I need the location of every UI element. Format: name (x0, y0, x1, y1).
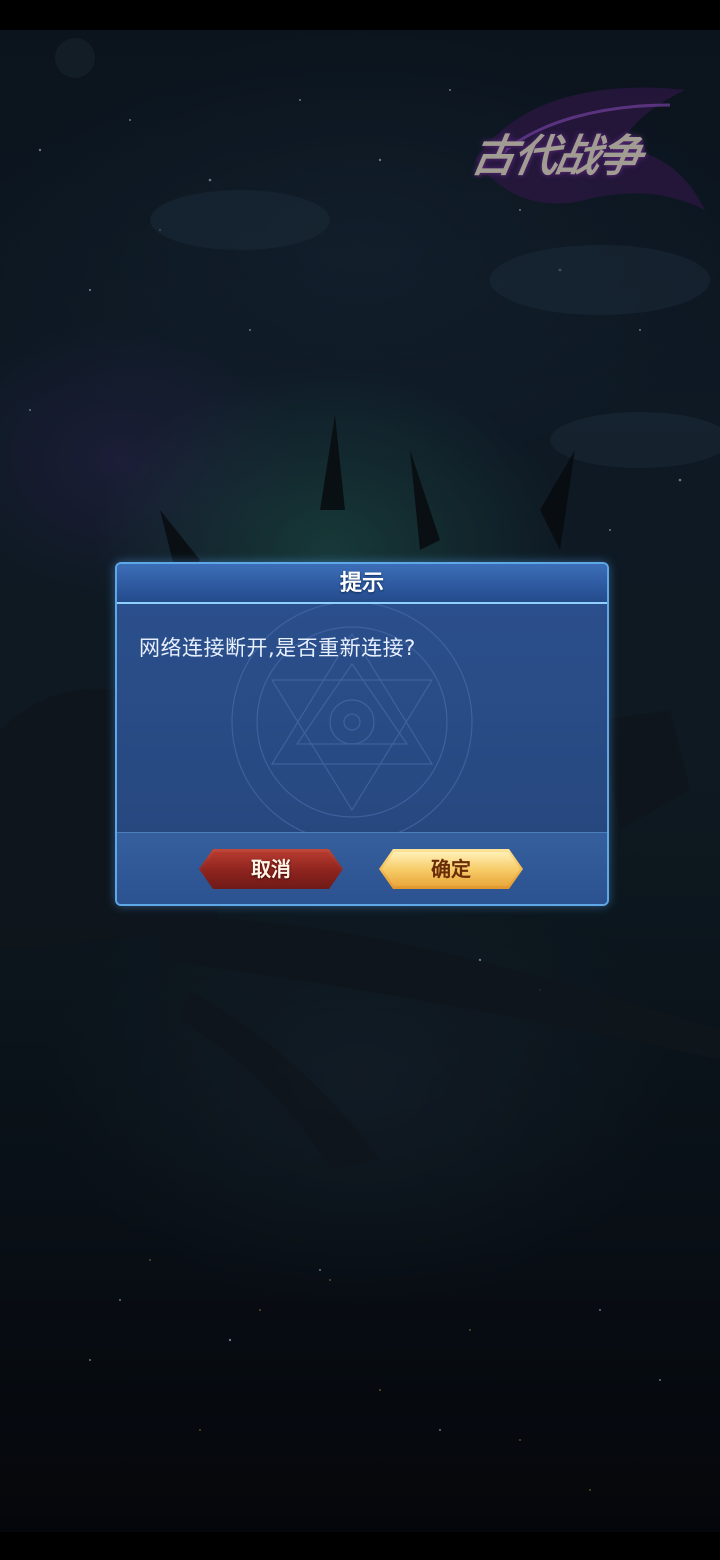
dialog-title: 提示 (339, 570, 384, 596)
confirm-button[interactable]: 确定 (379, 849, 523, 889)
dialog-message: 网络连接断开,是否重新连接? (139, 636, 416, 660)
dialog-footer: 取消 确定 (117, 832, 607, 904)
confirm-button-label: 确定 (431, 857, 471, 881)
cancel-button-label: 取消 (251, 857, 291, 881)
cancel-button[interactable]: 取消 (199, 849, 343, 889)
dialog-body: 网络连接断开,是否重新连接? (117, 604, 607, 832)
reconnect-dialog: 提示 网络连接断开,是否重新连接? 取消 确定 (115, 562, 609, 906)
navigation-bar-area (0, 1532, 720, 1560)
game-screen: 古代战争 提示 网络连接断开,是否重新连接? 取消 确定 (0, 0, 720, 1560)
dialog-header: 提示 (117, 564, 607, 604)
status-bar-area (0, 0, 720, 30)
